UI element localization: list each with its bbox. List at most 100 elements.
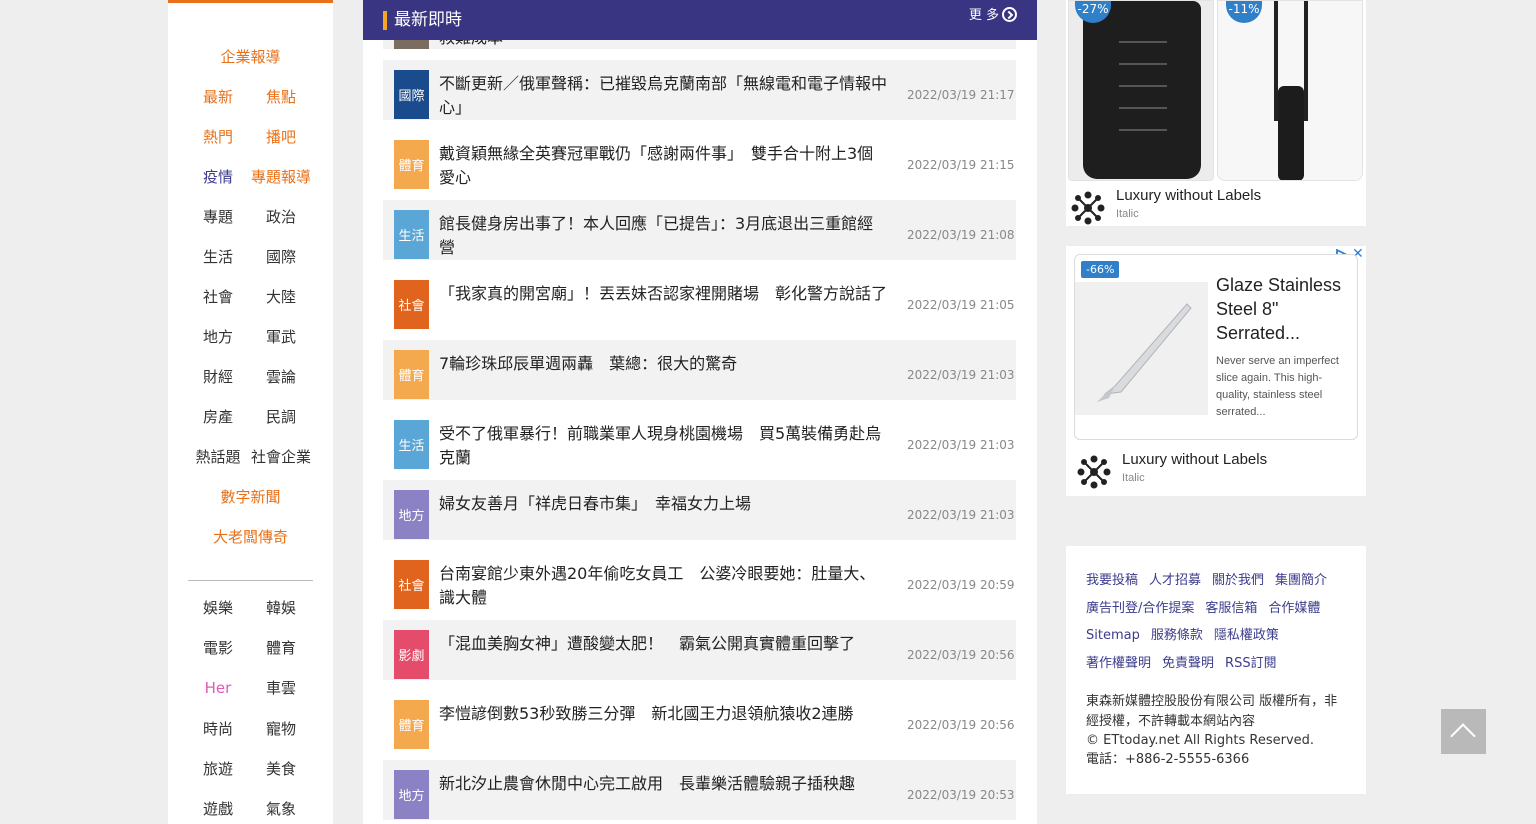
panel-title: 最新即時 bbox=[394, 10, 462, 30]
news-timestamp: 2022/03/19 21:03 bbox=[907, 368, 1015, 382]
product-image-backpack[interactable]: -27% bbox=[1068, 0, 1214, 181]
ad-banner-knife[interactable]: ✕ -66% Glaze Stainless Steel 8" Serrated… bbox=[1066, 246, 1366, 496]
sidebar-link[interactable]: 社會 bbox=[188, 286, 248, 308]
news-item[interactable]: 社會 台南宴館少東外遇20年偷吃女員工 公婆冷眼要她：肚量大、識大體 2022/03… bbox=[383, 550, 1016, 610]
sidebar-row: 數字新聞 bbox=[168, 486, 333, 508]
sidebar-link[interactable]: 美食 bbox=[251, 758, 311, 780]
footer-link[interactable]: 集團簡介 bbox=[1275, 573, 1327, 588]
sidebar-link[interactable]: 民調 bbox=[251, 406, 311, 428]
sidebar-link[interactable]: 遊戲 bbox=[188, 798, 248, 820]
sidebar-link[interactable]: 寵物 bbox=[251, 718, 311, 740]
sidebar-link[interactable]: 疫情 bbox=[188, 166, 248, 188]
footer-link[interactable]: 人才招募 bbox=[1149, 573, 1201, 588]
footer-link[interactable]: 客服信箱 bbox=[1205, 601, 1257, 616]
sidebar-link[interactable]: 專題報導 bbox=[251, 166, 311, 188]
sidebar-link[interactable]: 企業報導 bbox=[168, 46, 333, 68]
news-item[interactable]: 體育 7輪珍珠邱辰單週兩轟 葉總：很大的驚奇 2022/03/19 21:03 bbox=[383, 340, 1016, 400]
sidebar-link[interactable]: 國際 bbox=[251, 246, 311, 268]
news-headline[interactable]: 台南宴館少東外遇20年偷吃女員工 公婆冷眼要她：肚量大、識大體 bbox=[439, 562, 887, 610]
category-tag[interactable]: 體育 bbox=[394, 700, 429, 749]
category-tag[interactable]: 地方 bbox=[394, 770, 429, 819]
category-tag[interactable]: 國際 bbox=[394, 70, 429, 119]
sidebar-link[interactable]: 韓娛 bbox=[251, 597, 311, 619]
sidebar-link[interactable]: 軍武 bbox=[251, 326, 311, 348]
news-item[interactable]: 生活 館長健身房出事了！本人回應「已提告」：3月底退出三重館經營 2022/03/1… bbox=[383, 200, 1016, 260]
sidebar-link[interactable]: 焦點 bbox=[251, 86, 311, 108]
news-item[interactable]: 體育 李愷諺倒數53秒致勝三分彈 新北國王力退領航猿收2連勝 2022/03/19 … bbox=[383, 690, 1016, 750]
sidebar-link[interactable]: 最新 bbox=[188, 86, 248, 108]
ad-brand[interactable]: Luxury without Labels Italic bbox=[1076, 450, 1366, 490]
category-tag[interactable]: 地方 bbox=[394, 490, 429, 539]
news-headline[interactable]: 受不了俄軍暴行！前職業軍人現身桃園機場 買5萬裝備勇赴烏克蘭 bbox=[439, 422, 887, 470]
sidebar-row: 企業報導 bbox=[168, 46, 333, 68]
footer-link[interactable]: 服務條款 bbox=[1151, 628, 1203, 643]
news-item[interactable]: 國際 不斷更新／俄軍聲稱：已摧毀烏克蘭南部「無線電和電子情報中心」 2022/03/… bbox=[383, 60, 1016, 120]
sidebar-link[interactable]: 房產 bbox=[188, 406, 248, 428]
sidebar-link[interactable]: 專題 bbox=[188, 206, 248, 228]
news-headline[interactable]: 李愷諺倒數53秒致勝三分彈 新北國王力退領航猿收2連勝 bbox=[439, 702, 887, 726]
category-tag[interactable]: 生活 bbox=[394, 210, 429, 259]
site-footer: 我要投稿 人才招募 關於我們 集團簡介廣告刊登/合作提案 客服信箱 合作媒體 Sitemap… bbox=[1066, 546, 1366, 794]
sidebar-link[interactable]: 熱門 bbox=[188, 126, 248, 148]
footer-link[interactable]: 合作媒體 bbox=[1268, 601, 1320, 616]
sidebar-link[interactable]: 地方 bbox=[188, 326, 248, 348]
sidebar-link[interactable]: 體育 bbox=[251, 637, 311, 659]
sidebar-link[interactable]: 車雲 bbox=[251, 677, 311, 699]
footer-link[interactable]: 免責聲明 bbox=[1162, 656, 1214, 671]
sidebar-link[interactable]: 時尚 bbox=[188, 718, 248, 740]
sidebar-link[interactable]: Her bbox=[188, 677, 248, 699]
footer-link[interactable]: Sitemap bbox=[1086, 628, 1140, 643]
sidebar-link[interactable]: 政治 bbox=[251, 206, 311, 228]
sidebar-row: 生活 國際 bbox=[168, 246, 333, 268]
sidebar-link[interactable]: 數字新聞 bbox=[168, 486, 333, 508]
sidebar-link[interactable]: 雲論 bbox=[251, 366, 311, 388]
news-headline[interactable]: 「混血美胸女神」遭酸變太肥！ 霸氣公開真實體重回擊了 bbox=[439, 632, 887, 656]
category-tag[interactable]: 社會 bbox=[394, 280, 429, 329]
news-headline[interactable]: 戴資穎無緣全英賽冠軍戰仍「感謝兩件事」 雙手合十附上3個愛心 bbox=[439, 142, 887, 190]
product-card[interactable]: -66% Glaze Stainless Steel 8" Serrated..… bbox=[1074, 254, 1358, 440]
sidebar-row: 地方 軍武 bbox=[168, 326, 333, 348]
news-headline[interactable]: 7輪珍珠邱辰單週兩轟 葉總：很大的驚奇 bbox=[439, 352, 887, 376]
product-image-bottle[interactable]: -11% bbox=[1217, 0, 1363, 181]
news-item[interactable]: 社會 「我家真的開宮廟」！丟丟妹否認家裡開賭場 彰化警方說話了 2022/03/19… bbox=[383, 270, 1016, 330]
sidebar-link[interactable]: 娛樂 bbox=[188, 597, 248, 619]
news-item[interactable]: 地方 新北汐止農會休閒中心完工啟用 長輩樂活體驗親子插秧趣 2022/03/19 2… bbox=[383, 760, 1016, 820]
footer-link[interactable]: 我要投稿 bbox=[1086, 573, 1138, 588]
category-tag[interactable]: 體育 bbox=[394, 350, 429, 399]
news-headline[interactable]: 館長健身房出事了！本人回應「已提告」：3月底退出三重館經營 bbox=[439, 212, 887, 260]
sidebar-link[interactable]: 氣象 bbox=[251, 798, 311, 820]
footer-link[interactable]: 關於我們 bbox=[1212, 573, 1264, 588]
footer-link[interactable]: 廣告刊登/合作提案 bbox=[1086, 601, 1194, 616]
sidebar-link[interactable]: 財經 bbox=[188, 366, 248, 388]
sidebar-row: 大老闆傳奇 bbox=[168, 526, 333, 548]
sidebar-link[interactable]: 電影 bbox=[188, 637, 248, 659]
footer-link[interactable]: 隱私權政策 bbox=[1214, 628, 1279, 643]
news-headline[interactable]: 「我家真的開宮廟」！丟丟妹否認家裡開賭場 彰化警方說話了 bbox=[439, 282, 887, 306]
sidebar-row: 專題 政治 bbox=[168, 206, 333, 228]
ad-banner-products[interactable]: -27% -11% Luxury without Labels Italic bbox=[1066, 0, 1366, 226]
back-to-top-button[interactable] bbox=[1441, 709, 1486, 754]
news-headline[interactable]: 新北汐止農會休閒中心完工啟用 長輩樂活體驗親子插秧趣 bbox=[439, 772, 887, 796]
more-link[interactable]: 更 多 bbox=[969, 6, 1017, 26]
category-tag[interactable]: 生活 bbox=[394, 420, 429, 469]
category-tag[interactable]: 體育 bbox=[394, 140, 429, 189]
footer-link[interactable]: RSS訂閱 bbox=[1225, 656, 1277, 671]
news-item[interactable]: 生活 受不了俄軍暴行！前職業軍人現身桃園機場 買5萬裝備勇赴烏克蘭 2022/03/… bbox=[383, 410, 1016, 470]
sidebar-row: Her 車雲 bbox=[168, 677, 333, 699]
footer-link[interactable]: 著作權聲明 bbox=[1086, 656, 1151, 671]
sidebar-link[interactable]: 社會企業 bbox=[251, 446, 311, 468]
sidebar-link[interactable]: 大陸 bbox=[251, 286, 311, 308]
news-item[interactable]: 影劇 「混血美胸女神」遭酸變太肥！ 霸氣公開真實體重回擊了 2022/03/19 2… bbox=[383, 620, 1016, 680]
sidebar-link[interactable]: 播吧 bbox=[251, 126, 311, 148]
news-item[interactable]: 地方 婦女友善月「祥虎日春市集」 幸福女力上場 2022/03/19 21:03 bbox=[383, 480, 1016, 540]
sidebar-link[interactable]: 熱話題 bbox=[188, 446, 248, 468]
news-item[interactable]: 體育 戴資穎無緣全英賽冠軍戰仍「感謝兩件事」 雙手合十附上3個愛心 2022/03/… bbox=[383, 130, 1016, 190]
ad-brand[interactable]: Luxury without Labels Italic bbox=[1070, 186, 1360, 226]
news-headline[interactable]: 婦女友善月「祥虎日春市集」 幸福女力上場 bbox=[439, 492, 887, 516]
category-tag[interactable]: 影劇 bbox=[394, 630, 429, 679]
sidebar-link[interactable]: 生活 bbox=[188, 246, 248, 268]
sidebar-link[interactable]: 旅遊 bbox=[188, 758, 248, 780]
category-tag[interactable]: 社會 bbox=[394, 560, 429, 609]
news-headline[interactable]: 不斷更新／俄軍聲稱：已摧毀烏克蘭南部「無線電和電子情報中心」 bbox=[439, 72, 887, 120]
sidebar-link[interactable]: 大老闆傳奇 bbox=[168, 526, 333, 548]
